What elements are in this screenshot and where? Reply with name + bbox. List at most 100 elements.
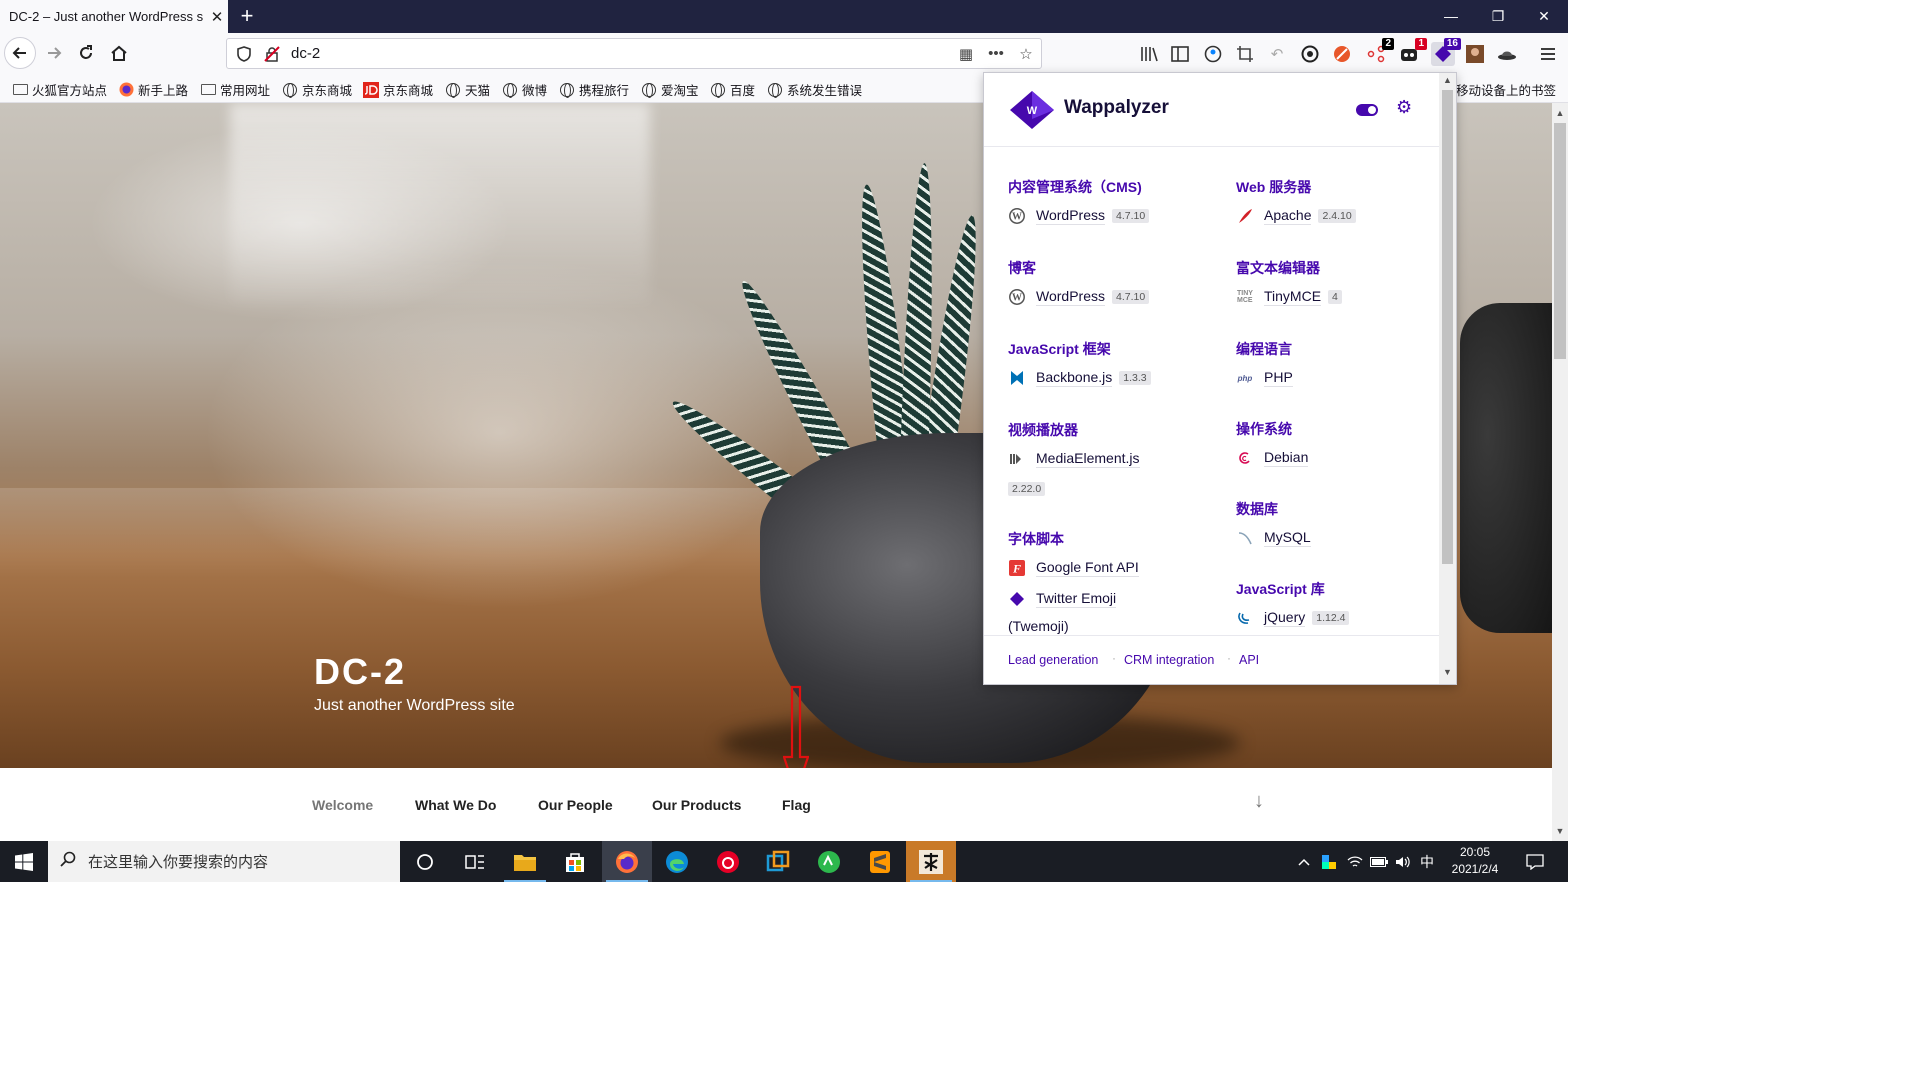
tab-active[interactable]: DC-2 – Just another WordPress s ✕ [0, 0, 228, 33]
taskbar-clock[interactable]: 20:05 2021/2/4 [1442, 844, 1508, 878]
tech-item[interactable]: MediaElement.js [1008, 450, 1140, 468]
category-database[interactable]: 数据库 [1236, 499, 1278, 519]
qr-code-icon[interactable]: ▦ [951, 45, 981, 63]
file-explorer-app[interactable] [500, 841, 550, 882]
bookmark-star-icon[interactable]: ☆ [1011, 45, 1041, 63]
site-title[interactable]: DC-2 [314, 651, 406, 693]
hat-extension-icon[interactable] [1495, 42, 1519, 66]
tech-item[interactable]: W WordPress 4.7.10 [1008, 288, 1150, 306]
tech-item[interactable]: Twitter Emoji [1008, 590, 1117, 608]
back-button[interactable] [4, 37, 36, 69]
tech-item[interactable]: Apache 2.4.10 [1236, 207, 1356, 225]
sidebar-icon[interactable] [1168, 42, 1192, 66]
shield-icon[interactable] [233, 43, 255, 65]
tech-item[interactable]: php PHP [1236, 369, 1293, 387]
edge-app[interactable] [652, 841, 702, 882]
reload-button[interactable] [70, 37, 102, 69]
category-js-library[interactable]: JavaScript 库 [1236, 579, 1325, 599]
insecure-lock-icon[interactable] [261, 43, 283, 65]
tech-item[interactable]: Backbone.js 1.3.3 [1008, 369, 1151, 387]
lead-generation-link[interactable]: Lead generation [1008, 653, 1098, 667]
ime-indicator[interactable]: 中 [1416, 841, 1438, 882]
menu-our-people[interactable]: Our People [538, 797, 613, 813]
start-button[interactable] [0, 841, 48, 882]
category-cms[interactable]: 内容管理系统（CMS) [1008, 177, 1142, 197]
account-icon[interactable] [1201, 42, 1225, 66]
page-actions-icon[interactable]: ••• [981, 45, 1011, 62]
category-video-player[interactable]: 视频播放器 [1008, 420, 1078, 440]
mobile-bookmarks[interactable]: 移动设备上的书签 [1456, 80, 1556, 99]
category-web-server[interactable]: Web 服务器 [1236, 177, 1311, 197]
popup-scroll-up-icon[interactable]: ▲ [1439, 75, 1456, 85]
bookmark-item[interactable]: 火狐官方站点 [12, 80, 107, 99]
popup-scrollbar[interactable]: ▲ ▼ [1439, 73, 1456, 684]
bookmark-item[interactable]: 百度 [710, 80, 755, 99]
wappalyzer-toggle[interactable] [1356, 104, 1378, 116]
category-rich-text-editor[interactable]: 富文本编辑器 [1236, 258, 1320, 278]
taskbar-search[interactable]: 在这里输入你要搜索的内容 [48, 841, 400, 882]
wappalyzer-toolbar-icon[interactable]: 16 [1431, 38, 1461, 66]
tray-chevron-icon[interactable] [1294, 841, 1314, 882]
task-view-button[interactable] [450, 841, 500, 882]
category-font-script[interactable]: 字体脚本 [1008, 529, 1064, 549]
sublime-app[interactable] [855, 841, 905, 882]
new-tab-button[interactable]: + [236, 4, 258, 28]
scroll-thumb[interactable] [1554, 123, 1566, 359]
vmware-app[interactable] [753, 841, 803, 882]
firefox-app[interactable] [602, 841, 652, 882]
cortana-button[interactable] [400, 841, 450, 882]
page-scrollbar[interactable]: ▲ ▼ [1552, 103, 1568, 841]
library-icon[interactable] [1137, 42, 1161, 66]
home-button[interactable] [103, 37, 135, 69]
tech-item[interactable]: MySQL [1236, 529, 1311, 547]
url-text[interactable]: dc-2 [291, 45, 951, 62]
bookmark-item[interactable]: 新手上路 [118, 80, 188, 99]
scroll-down-arrow-icon[interactable]: ▼ [1552, 823, 1568, 839]
popup-scroll-thumb[interactable] [1442, 90, 1453, 564]
bookmark-item[interactable]: 京东商城 [363, 80, 433, 99]
battery-icon[interactable] [1368, 841, 1390, 882]
tray-app-icon[interactable] [1318, 841, 1340, 882]
category-blog[interactable]: 博客 [1008, 258, 1036, 278]
menu-welcome[interactable]: Welcome [312, 797, 373, 813]
screenshot-icon[interactable] [1233, 42, 1257, 66]
share-extension-icon[interactable]: 2 [1364, 38, 1394, 66]
avatar-extension-icon[interactable] [1463, 42, 1487, 66]
menu-what-we-do[interactable]: What We Do [415, 797, 496, 813]
tech-item[interactable]: TINY MCE TinyMCE 4 [1236, 288, 1342, 306]
bookmark-item[interactable]: 京东商城 [282, 80, 352, 99]
bookmark-item[interactable]: 系统发生错误 [767, 80, 862, 99]
scroll-up-icon[interactable]: ▲ [1552, 105, 1568, 121]
category-programming-language[interactable]: 编程语言 [1236, 339, 1292, 359]
popup-scroll-down-icon[interactable]: ▼ [1439, 667, 1456, 677]
gear-icon[interactable]: ⚙ [1396, 97, 1412, 118]
menu-flag[interactable]: Flag [782, 797, 811, 813]
category-os[interactable]: 操作系统 [1236, 419, 1292, 439]
menu-hamburger-icon[interactable] [1536, 42, 1560, 66]
bookmark-item[interactable]: 携程旅行 [559, 80, 629, 99]
tech-item[interactable]: jQuery 1.12.4 [1236, 609, 1350, 627]
netease-music-app[interactable] [703, 841, 753, 882]
scroll-down-icon[interactable]: ↓ [1254, 790, 1264, 813]
tech-item[interactable]: W WordPress 4.7.10 [1008, 207, 1150, 225]
maximize-button[interactable]: ❐ [1475, 0, 1521, 33]
calligraphy-app[interactable] [906, 841, 956, 882]
url-bar[interactable]: dc-2 ▦ ••• ☆ [226, 38, 1042, 69]
group-extension-icon[interactable]: 1 [1397, 38, 1427, 66]
menu-our-products[interactable]: Our Products [652, 797, 741, 813]
undo-icon[interactable]: ↶ [1265, 42, 1289, 66]
crm-integration-link[interactable]: CRM integration [1124, 653, 1214, 667]
category-js-framework[interactable]: JavaScript 框架 [1008, 339, 1111, 359]
close-window-button[interactable]: ✕ [1521, 0, 1567, 33]
forward-button[interactable] [38, 37, 70, 69]
tech-item[interactable]: Debian [1236, 449, 1309, 467]
tab-close-icon[interactable]: ✕ [206, 8, 228, 26]
bookmark-item[interactable]: 常用网址 [200, 80, 270, 99]
bookmark-item[interactable]: 爱淘宝 [641, 80, 699, 99]
wifi-icon[interactable] [1344, 841, 1366, 882]
volume-icon[interactable] [1392, 841, 1414, 882]
notification-icon[interactable] [1522, 841, 1548, 882]
store-app[interactable] [550, 841, 600, 882]
blocker-extension-icon[interactable] [1330, 42, 1354, 66]
sync-extension-icon[interactable] [1298, 42, 1322, 66]
